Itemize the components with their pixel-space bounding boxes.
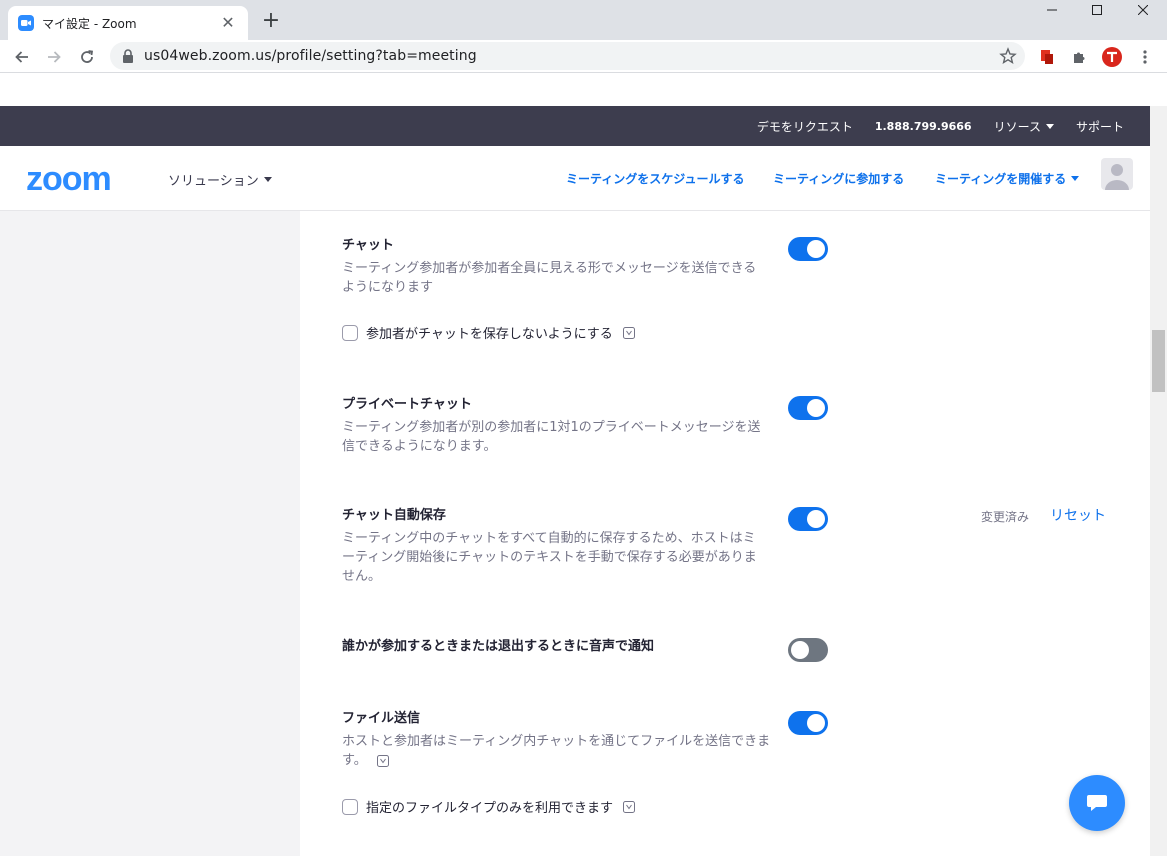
toggle-sound-notify[interactable] <box>788 638 828 662</box>
scrollbar-thumb[interactable] <box>1152 330 1165 392</box>
option-label: 指定のファイルタイプのみを利用できます <box>366 801 614 816</box>
browser-toolbar: us04web.zoom.us/profile/setting?tab=meet… <box>0 40 1167 73</box>
user-avatar-icon <box>1105 164 1129 190</box>
new-tab-button[interactable]: + <box>258 8 284 34</box>
setting-desc-private-chat: ミーティング参加者が別の参加者に1対1のプライベートメッセージを送信できるように… <box>342 420 761 454</box>
solutions-label: ソリューション <box>168 174 259 189</box>
host-meeting-menu[interactable]: ミーティングを開催する <box>935 170 1080 187</box>
caret-down-icon <box>1045 123 1054 129</box>
maximize-icon[interactable] <box>1074 0 1120 20</box>
phone-link[interactable]: 1.888.799.9666 <box>875 120 972 133</box>
reload-icon[interactable] <box>73 43 101 71</box>
zoom-topbar: デモをリクエスト 1.888.799.9666 リソース サポート <box>0 106 1150 146</box>
toggle-knob <box>791 641 809 659</box>
tab-close-icon[interactable]: ✕ <box>218 13 238 33</box>
zoom-favicon-icon <box>18 15 34 31</box>
support-link[interactable]: サポート <box>1076 118 1124 135</box>
extensions-puzzle-icon[interactable] <box>1068 46 1090 68</box>
request-demo-link[interactable]: デモをリクエスト <box>757 118 853 135</box>
profile-extension-icon[interactable] <box>1101 46 1123 68</box>
setting-desc-auto-save: ミーティング中のチャットをすべて自動的に保存するため、ホストはミーティング開始後… <box>342 531 757 584</box>
address-bar[interactable]: us04web.zoom.us/profile/setting?tab=meet… <box>110 42 1025 70</box>
setting-title-auto-save: チャット自動保存 <box>342 508 446 523</box>
minimize-icon[interactable] <box>1029 0 1075 20</box>
toggle-chat[interactable] <box>788 237 828 261</box>
solutions-menu[interactable]: ソリューション <box>168 170 272 189</box>
caret-down-icon <box>263 177 272 182</box>
url-text: us04web.zoom.us/profile/setting?tab=meet… <box>144 48 477 64</box>
settings-content: チャット ミーティング参加者が参加者全員に見える形でメッセージを送信できるように… <box>0 211 1150 856</box>
setting-desc-file-transfer: ホストと参加者はミーティング内チャットを通じてファイルを送信できます。 <box>342 732 772 770</box>
toggle-knob <box>807 240 825 258</box>
host-meeting-label: ミーティングを開催する <box>935 172 1067 186</box>
reset-link[interactable]: リセット <box>1050 505 1106 525</box>
file-transfer-desc-text: ホストと参加者はミーティング内チャットを通じてファイルを送信できます。 <box>342 734 771 768</box>
option-label: 参加者がチャットを保存しないようにする <box>366 327 613 342</box>
toggle-knob <box>807 510 825 528</box>
setting-title-private-chat: プライベートチャット <box>342 397 472 412</box>
page-scrollbar[interactable] <box>1150 106 1167 856</box>
browser-menu-icon[interactable] <box>1134 46 1156 68</box>
browser-tabbar: マイ設定 - Zoom ✕ + <box>0 0 1167 40</box>
chat-bubble-icon <box>1087 795 1107 811</box>
schedule-meeting-link[interactable]: ミーティングをスケジュールする <box>566 170 744 187</box>
info-icon[interactable] <box>623 800 636 813</box>
info-icon[interactable] <box>622 326 635 339</box>
checkbox-file-types[interactable] <box>342 798 358 815</box>
page-spacer <box>0 74 1167 106</box>
setting-title-sound-notify: 誰かが参加するときまたは退出するときに音声で通知 <box>342 639 655 654</box>
bookmark-star-icon[interactable] <box>999 47 1017 65</box>
toggle-knob <box>807 714 825 732</box>
back-icon[interactable] <box>8 43 36 71</box>
join-meeting-link[interactable]: ミーティングに参加する <box>773 170 904 187</box>
avatar[interactable] <box>1101 158 1133 190</box>
toggle-file-transfer[interactable] <box>788 711 828 735</box>
toggle-knob <box>807 399 825 417</box>
chat-support-button[interactable] <box>1069 775 1125 831</box>
caret-down-icon <box>1071 176 1080 181</box>
tab-title: マイ設定 - Zoom <box>42 16 137 31</box>
checkbox-prevent-chat-save[interactable] <box>342 324 358 341</box>
modified-label: 変更済み <box>981 510 1030 524</box>
setting-desc-chat: ミーティング参加者が参加者全員に見える形でメッセージを送信できるようになります <box>342 261 757 295</box>
extension-pdf-icon[interactable] <box>1036 46 1058 68</box>
option-file-types[interactable]: 指定のファイルタイプのみを利用できます <box>342 797 636 816</box>
toggle-auto-save[interactable] <box>788 507 828 531</box>
info-icon[interactable] <box>376 754 389 767</box>
setting-title-chat: チャット <box>342 238 394 253</box>
resources-menu[interactable]: リソース <box>994 118 1054 135</box>
left-panel <box>0 211 300 856</box>
option-prevent-chat-save[interactable]: 参加者がチャットを保存しないようにする <box>342 323 635 342</box>
zoom-logo[interactable]: zoom <box>26 160 112 199</box>
zoom-header: zoom ソリューション ミーティングをスケジュールする ミーティングに参加する… <box>0 146 1150 211</box>
window-close-icon[interactable] <box>1120 0 1166 20</box>
forward-icon[interactable] <box>40 43 68 71</box>
browser-tab[interactable]: マイ設定 - Zoom ✕ <box>8 6 248 40</box>
toggle-private-chat[interactable] <box>788 396 828 420</box>
lock-icon <box>123 49 133 63</box>
setting-title-file-transfer: ファイル送信 <box>342 711 421 726</box>
resources-label: リソース <box>993 119 1041 134</box>
